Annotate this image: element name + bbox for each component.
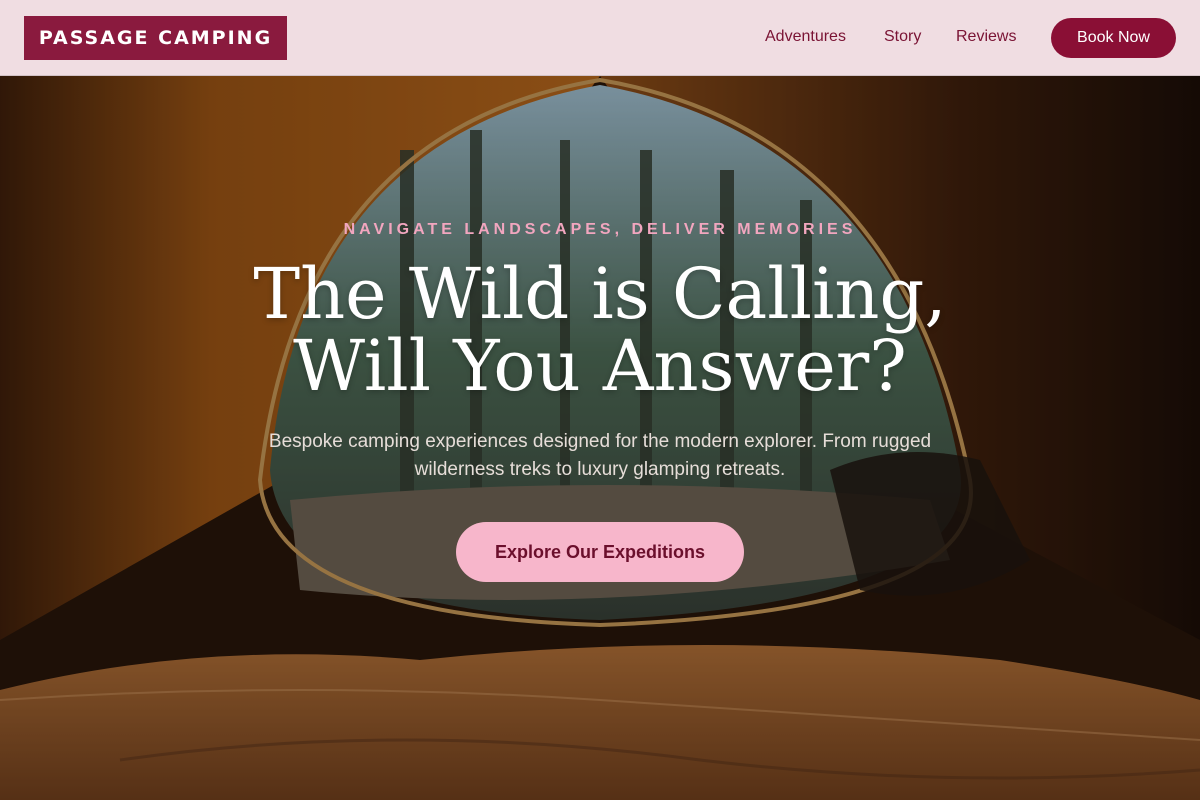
hero-headline-line1: The Wild is Calling,	[253, 253, 947, 335]
nav-link-reviews[interactable]: Reviews	[956, 28, 1016, 46]
nav-link-story[interactable]: Story	[884, 28, 921, 46]
book-now-button[interactable]: Book Now	[1051, 18, 1176, 58]
hero-subtext: Bespoke camping experiences designed for…	[268, 431, 932, 480]
hero-headline-line2: Will You Answer?	[293, 325, 907, 407]
explore-expeditions-button[interactable]: Explore Our Expeditions	[456, 522, 744, 582]
top-navbar: PASSAGE CAMPING Adventures Story Reviews…	[0, 0, 1200, 76]
hero-headline: The Wild is Calling, Will You Answer?	[0, 258, 1200, 402]
hero-eyebrow: NAVIGATE LANDSCAPES, DELIVER MEMORIES	[343, 221, 857, 238]
brand-logo[interactable]: PASSAGE CAMPING	[24, 16, 287, 60]
nav-link-adventures[interactable]: Adventures	[765, 28, 846, 46]
